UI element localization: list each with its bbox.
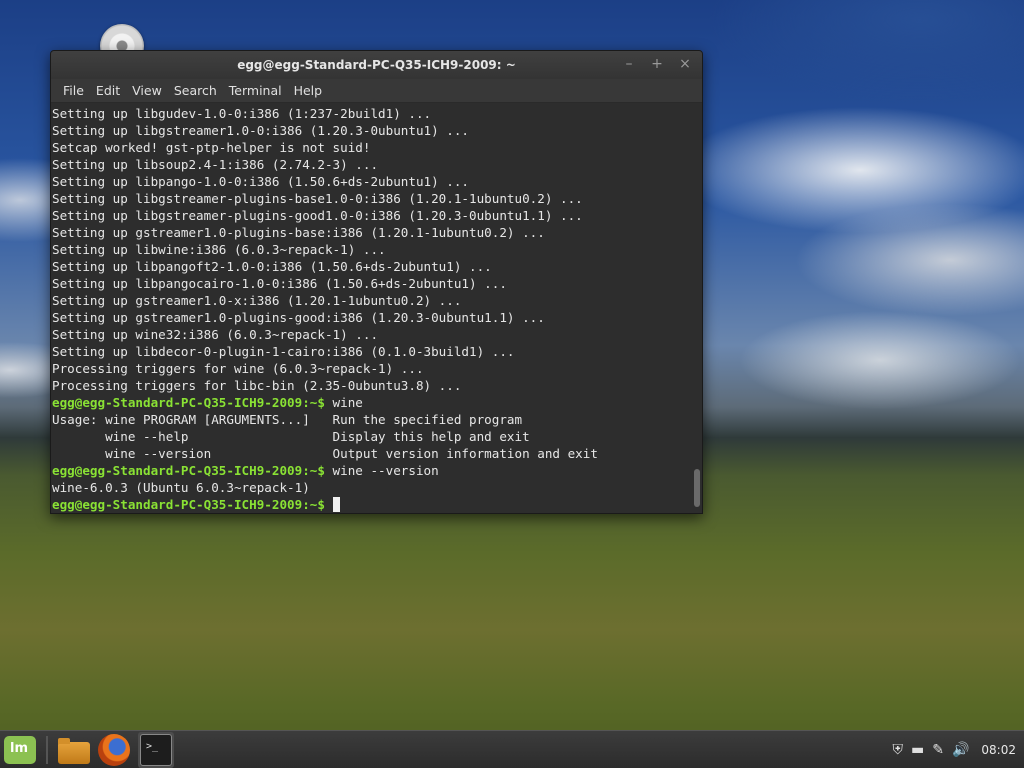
display-icon[interactable]: ▬ [911, 742, 924, 758]
shield-icon[interactable]: ⛨ [893, 742, 904, 758]
terminal-window[interactable]: egg@egg-Standard-PC-Q35-ICH9-2009: ~ – +… [50, 50, 703, 514]
terminal-line: Usage: wine PROGRAM [ARGUMENTS...] Run t… [52, 411, 702, 428]
clock[interactable]: 08:02 [981, 743, 1016, 757]
terminal-text: Processing triggers for wine (6.0.3~repa… [52, 361, 424, 376]
terminal-line: Setting up libgstreamer-plugins-base1.0-… [52, 190, 702, 207]
menu-file[interactable]: File [57, 83, 90, 98]
terminal-icon: >_ [140, 733, 172, 766]
terminal-line: Setting up libpangoft2-1.0-0:i386 (1.50.… [52, 258, 702, 275]
terminal-text: Setting up gstreamer1.0-plugins-base:i38… [52, 225, 545, 240]
menubar: File Edit View Search Terminal Help [51, 79, 702, 103]
terminal-text: Setting up gstreamer1.0-x:i386 (1.20.1-1… [52, 293, 462, 308]
terminal-line: egg@egg-Standard-PC-Q35-ICH9-2009:~$ [52, 496, 702, 513]
terminal-line: Setting up libgstreamer-plugins-good1.0-… [52, 207, 702, 224]
terminal-line: Setting up libdecor-0-plugin-1-cairo:i38… [52, 343, 702, 360]
terminal-line: wine-6.0.3 (Ubuntu 6.0.3~repack-1) [52, 479, 702, 496]
system-tray: ⛨ ▬ ✎ 🔊 08:02 [893, 731, 1017, 768]
terminal-text: Setting up libgstreamer-plugins-base1.0-… [52, 191, 583, 206]
shell-prompt: egg@egg-Standard-PC-Q35-ICH9-2009:~$ [52, 463, 325, 478]
window-title: egg@egg-Standard-PC-Q35-ICH9-2009: ~ [237, 58, 516, 72]
terminal-text: wine [324, 395, 363, 410]
terminal-text: Setting up libdecor-0-plugin-1-cairo:i38… [52, 344, 515, 359]
firefox-icon[interactable] [98, 733, 130, 766]
terminal-line: Setting up libwine:i386 (6.0.3~repack-1)… [52, 241, 702, 258]
terminal-line: Setting up libgstreamer1.0-0:i386 (1.20.… [52, 122, 702, 139]
terminal-line: Setting up gstreamer1.0-plugins-base:i38… [52, 224, 702, 241]
maximize-button[interactable]: + [648, 55, 666, 73]
window-controls: – + × [620, 55, 694, 73]
terminal-text: Setting up wine32:i386 (6.0.3~repack-1) … [52, 327, 379, 342]
terminal-text: Setting up gstreamer1.0-plugins-good:i38… [52, 310, 545, 325]
terminal-line: Setting up libpangocairo-1.0-0:i386 (1.5… [52, 275, 702, 292]
terminal-line: wine --version Output version informatio… [52, 445, 702, 462]
taskbar-separator [46, 735, 48, 764]
terminal-text: wine-6.0.3 (Ubuntu 6.0.3~repack-1) [52, 480, 310, 495]
terminal-text: Setting up libpangocairo-1.0-0:i386 (1.5… [52, 276, 507, 291]
terminal-text: Setting up libsoup2.4-1:i386 (2.74.2-3) … [52, 157, 379, 172]
terminal-line: Processing triggers for wine (6.0.3~repa… [52, 360, 702, 377]
menu-terminal[interactable]: Terminal [223, 83, 288, 98]
terminal-line: Setting up libsoup2.4-1:i386 (2.74.2-3) … [52, 156, 702, 173]
terminal-text: Setting up libgstreamer1.0-0:i386 (1.20.… [52, 123, 470, 138]
folder-icon[interactable] [58, 737, 90, 764]
terminal-text: wine --help Display this help and exit [52, 429, 530, 444]
menu-search[interactable]: Search [168, 83, 223, 98]
minimize-button[interactable]: – [620, 55, 638, 73]
terminal-output[interactable]: Setting up libgudev-1.0-0:i386 (1:237-2b… [51, 103, 702, 513]
close-button[interactable]: × [676, 55, 694, 73]
terminal-line: egg@egg-Standard-PC-Q35-ICH9-2009:~$ win… [52, 394, 702, 411]
terminal-text: Setcap worked! gst-ptp-helper is not sui… [52, 140, 371, 155]
terminal-text: wine --version Output version informatio… [52, 446, 598, 461]
terminal-text: Setting up libgudev-1.0-0:i386 (1:237-2b… [52, 106, 432, 121]
edit-icon[interactable]: ✎ [932, 742, 944, 758]
terminal-line: Setting up gstreamer1.0-x:i386 (1.20.1-1… [52, 292, 702, 309]
terminal-line: Setting up libgudev-1.0-0:i386 (1:237-2b… [52, 105, 702, 122]
terminal-line: Setting up wine32:i386 (6.0.3~repack-1) … [52, 326, 702, 343]
terminal-text: Setting up libpangoft2-1.0-0:i386 (1.50.… [52, 259, 492, 274]
text-cursor [332, 497, 340, 512]
terminal-scrollbar[interactable] [694, 469, 700, 507]
terminal-text: Setting up libwine:i386 (6.0.3~repack-1)… [52, 242, 386, 257]
terminal-text: Processing triggers for libc-bin (2.35-0… [52, 378, 462, 393]
volume-icon[interactable]: 🔊 [952, 742, 969, 758]
mint-menu-icon[interactable] [4, 735, 36, 764]
terminal-line: Processing triggers for libc-bin (2.35-0… [52, 377, 702, 394]
terminal-line: egg@egg-Standard-PC-Q35-ICH9-2009:~$ win… [52, 462, 702, 479]
terminal-text: Usage: wine PROGRAM [ARGUMENTS...] Run t… [52, 412, 523, 427]
terminal-line: Setting up gstreamer1.0-plugins-good:i38… [52, 309, 702, 326]
terminal-task-button[interactable]: >_ [138, 731, 174, 768]
taskbar: >_ ⛨ ▬ ✎ 🔊 08:02 [0, 730, 1024, 768]
terminal-line: Setcap worked! gst-ptp-helper is not sui… [52, 139, 702, 156]
menu-edit[interactable]: Edit [90, 83, 126, 98]
menu-view[interactable]: View [126, 83, 168, 98]
terminal-text: wine --version [324, 463, 439, 478]
terminal-text: Setting up libpango-1.0-0:i386 (1.50.6+d… [52, 174, 470, 189]
terminal-line: Setting up libpango-1.0-0:i386 (1.50.6+d… [52, 173, 702, 190]
window-titlebar[interactable]: egg@egg-Standard-PC-Q35-ICH9-2009: ~ – +… [51, 51, 702, 79]
terminal-line: wine --help Display this help and exit [52, 428, 702, 445]
shell-prompt: egg@egg-Standard-PC-Q35-ICH9-2009:~$ [52, 395, 325, 410]
menu-help[interactable]: Help [288, 83, 329, 98]
shell-prompt: egg@egg-Standard-PC-Q35-ICH9-2009:~$ [52, 497, 325, 512]
terminal-text: Setting up libgstreamer-plugins-good1.0-… [52, 208, 583, 223]
